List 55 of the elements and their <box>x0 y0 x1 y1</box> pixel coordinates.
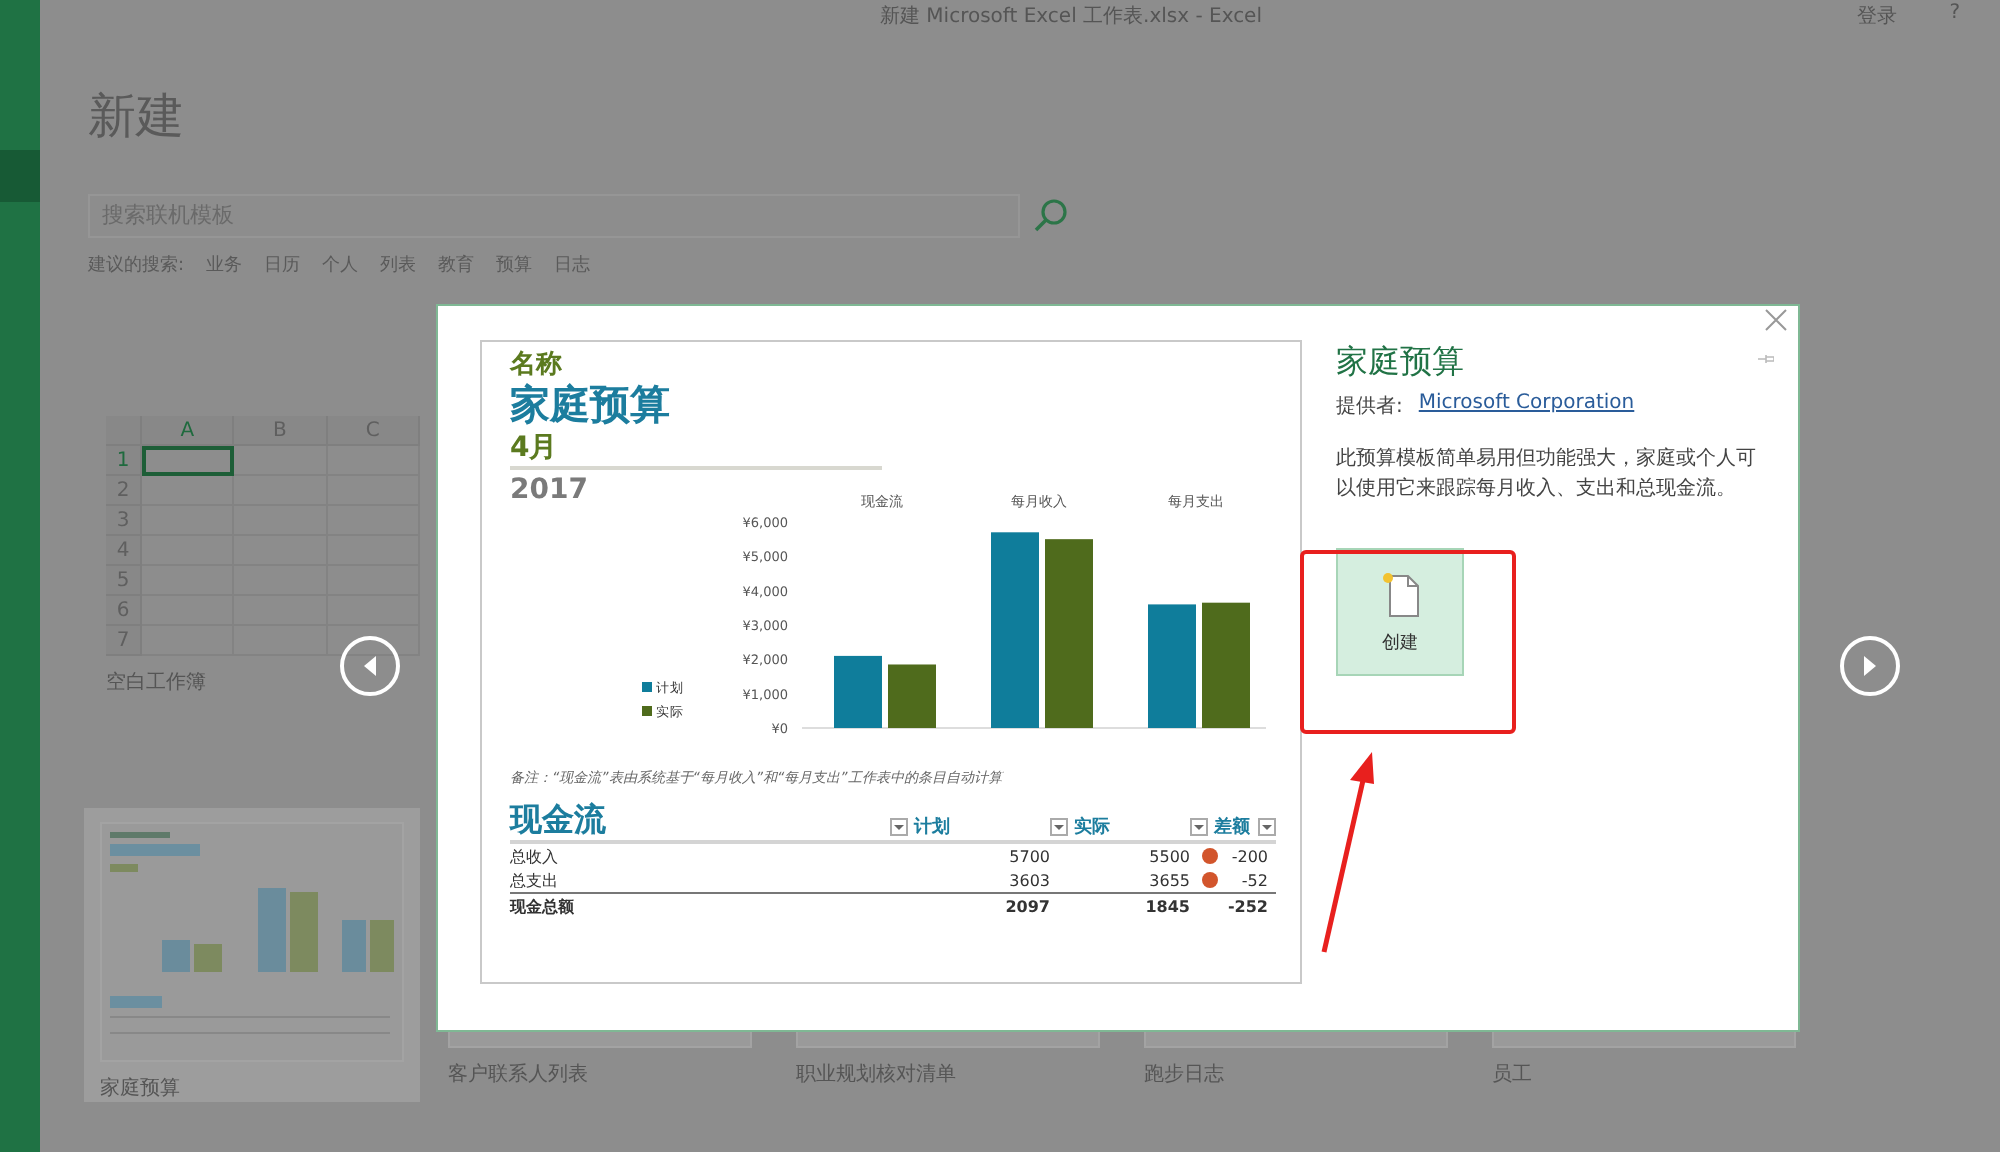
table-cell-text: 现金总额 <box>510 895 576 917</box>
sign-in-link[interactable]: 登录 <box>1857 2 1898 30</box>
sheet-cell <box>327 626 420 656</box>
left-triangle-icon <box>360 654 380 678</box>
table-cell-text: 总支出 <box>510 869 560 891</box>
table-cell-text: -200 <box>1229 847 1268 865</box>
filter-dropdown[interactable] <box>1258 818 1276 836</box>
close-button[interactable] <box>1762 306 1790 334</box>
table-cell-text: 总收入 <box>510 845 560 867</box>
filter-dropdown[interactable] <box>1050 818 1068 836</box>
next-button[interactable] <box>1840 636 1900 696</box>
row-header: 1 <box>106 446 142 476</box>
template-name: 跑步日志 <box>1144 1061 1226 1088</box>
corner-cell[interactable] <box>106 416 142 446</box>
pin-icon[interactable] <box>1758 354 1774 364</box>
table-cell-text: 3603 <box>1007 871 1050 889</box>
previous-button[interactable] <box>340 636 400 696</box>
column-header: 实际 <box>1074 814 1112 840</box>
help-button[interactable]: ? <box>1949 2 1960 30</box>
column-header: 计划 <box>914 814 952 840</box>
provider-label: 提供者: <box>1336 393 1403 420</box>
template-name: 职业规划核对清单 <box>796 1061 958 1088</box>
table-cell-text: -52 <box>1239 871 1268 889</box>
template-name: 客户联系人列表 <box>448 1061 590 1088</box>
table-cell-text: -252 <box>1225 897 1268 915</box>
window-title: 新建 Microsoft Excel 工作表.xlsx - Excel <box>880 3 1262 30</box>
filter-dropdown[interactable] <box>1190 818 1208 836</box>
template-title: 家庭预算 <box>1336 342 1466 382</box>
table-cell-text: 1845 <box>1143 897 1190 915</box>
table-cell-text: 3655 <box>1147 871 1190 889</box>
table-cell-text: 2097 <box>1003 897 1050 915</box>
sheet-cell <box>142 476 235 506</box>
template-description: 此预算模板简单易用但功能强大，家庭或个人可以使用它来跟踪每月收入、支出和总现金流。 <box>1336 445 1758 504</box>
new-document-icon <box>1380 569 1420 617</box>
create-button[interactable]: 创建 <box>1336 548 1464 676</box>
search-icon[interactable] <box>1032 198 1068 234</box>
template-name: 空白工作簿 <box>106 669 208 696</box>
sheet-year: 2017 <box>510 472 588 510</box>
table-cell-text: 5500 <box>1147 847 1190 865</box>
right-triangle-icon <box>1860 654 1880 678</box>
sheet-month: 4月 <box>510 430 882 470</box>
table-cell-text: 5700 <box>1007 847 1050 865</box>
provider-link[interactable]: Microsoft Corporation <box>1418 392 1635 420</box>
sheet-cell <box>234 446 328 476</box>
sheet-cell <box>234 476 328 506</box>
column-header: A <box>142 416 235 446</box>
column-header: 差额 <box>1214 814 1252 840</box>
sheet-title: 家庭预算 <box>510 380 670 430</box>
filter-dropdown[interactable] <box>890 818 908 836</box>
table-title: 现金流 <box>510 800 608 840</box>
template-name: 家庭预算 <box>100 1075 182 1102</box>
template-name: 员工 <box>1492 1062 1534 1088</box>
template-card[interactable]: 家庭预算 <box>84 808 420 1102</box>
sheet-label: 名称 <box>510 350 562 380</box>
sheet-cell <box>142 446 235 476</box>
